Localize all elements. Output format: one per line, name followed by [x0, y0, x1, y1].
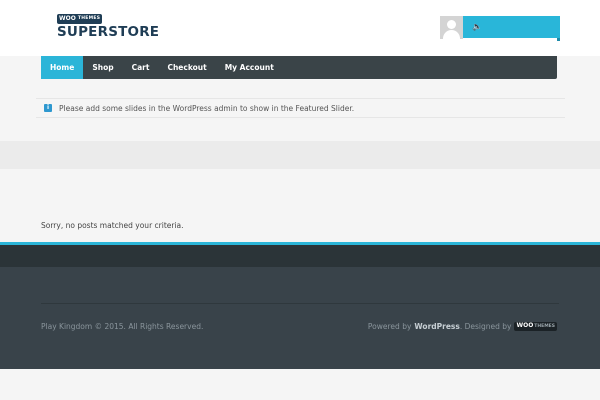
footer-divider: [41, 303, 559, 304]
avatar-body: [443, 30, 460, 39]
woothemes-badge: WOO THEMES: [57, 14, 103, 24]
site-title: SUPERSTORE: [57, 24, 160, 40]
nav-item-home[interactable]: Home: [41, 56, 84, 79]
notice-text: Please add some slides in the WordPress …: [59, 104, 355, 113]
main-navigation: Home Shop Cart Checkout My Account: [41, 56, 557, 79]
nav-item-shop[interactable]: Shop: [83, 56, 122, 79]
featured-slider-notice: i Please add some slides in the WordPres…: [36, 98, 565, 118]
wordpress-link[interactable]: WordPress: [414, 322, 459, 331]
designed-by-text: . Designed by: [459, 322, 512, 331]
avatar-head: [447, 20, 456, 29]
page-bottom: [0, 369, 600, 400]
nav-item-my-account[interactable]: My Account: [216, 56, 283, 79]
woothemes-footer-logo[interactable]: WOOTHEMES: [514, 322, 557, 331]
header-user-box[interactable]: 🔈: [463, 16, 560, 38]
nav-item-cart[interactable]: Cart: [123, 56, 159, 79]
user-box-notch: [557, 38, 560, 41]
nav-item-checkout[interactable]: Checkout: [158, 56, 215, 79]
powered-by-text: Powered by: [367, 322, 412, 331]
info-icon: i: [44, 104, 52, 112]
user-avatar-icon[interactable]: [440, 16, 463, 39]
copyright-text: Play Kingdom © 2015. All Rights Reserved…: [41, 322, 204, 331]
no-posts-message: Sorry, no posts matched your criteria.: [41, 221, 184, 230]
footer-credits: Powered by WordPress . Designed by WOOTH…: [368, 322, 557, 331]
footer-top-bar: [0, 245, 600, 267]
speaker-icon: 🔈: [472, 22, 482, 31]
content-band: [0, 141, 600, 169]
site-footer: Play Kingdom © 2015. All Rights Reserved…: [0, 267, 600, 369]
